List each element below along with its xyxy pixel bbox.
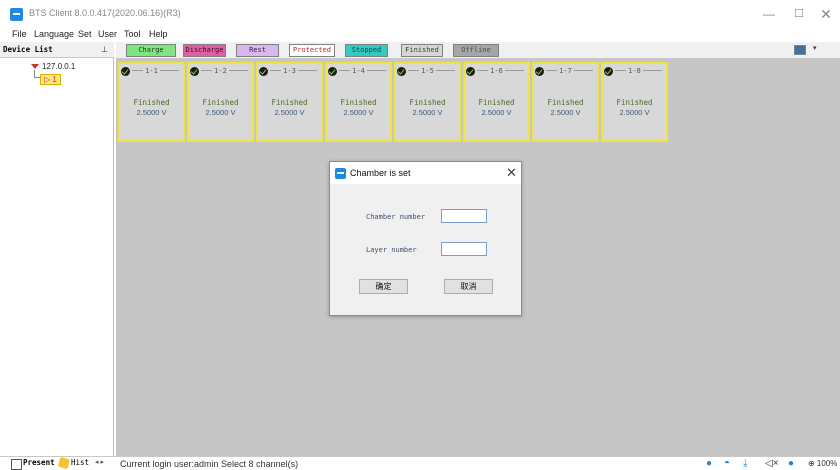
channel-id: 1-7 (557, 67, 574, 75)
channel-card[interactable]: 1-4 Finished 2.5000 V (325, 62, 392, 142)
channel-card[interactable]: 1-1 Finished 2.5000 V (118, 62, 185, 142)
channel-status: Finished (409, 98, 446, 107)
channel-voltage: 2.5000 V (136, 108, 167, 117)
channel-status: Finished (202, 98, 239, 107)
check-icon (259, 67, 268, 76)
dialog-app-icon (335, 168, 346, 179)
menu-help[interactable]: Help (149, 29, 168, 39)
tray-mute-icon[interactable]: ◁× (765, 458, 779, 469)
layer-number-input[interactable] (441, 242, 487, 256)
tab-scroll-arrows[interactable]: ◂ ▸ (95, 458, 104, 466)
zoom-level[interactable]: ⊕ 100% (808, 459, 837, 468)
channel-id: 1-2 (212, 67, 229, 75)
channel-voltage: 2.5000 V (481, 108, 512, 117)
channel-id: 1-5 (419, 67, 436, 75)
legend-protected: Protected (289, 44, 335, 57)
menu-user[interactable]: User (98, 29, 117, 39)
legend-stopped: Stopped (345, 44, 388, 57)
view-layout-icon[interactable] (794, 45, 806, 55)
device-ip[interactable]: 127.0.0.1 (42, 62, 75, 71)
legend-discharge: Discharge (183, 44, 226, 57)
menu-bar: File Language Set User Tool Help (0, 28, 840, 42)
window-title: BTS Client 8.0.0.417(2020.06.16)(R3) (29, 8, 181, 18)
channel-status: Finished (271, 98, 308, 107)
channel-voltage: 2.5000 V (619, 108, 650, 117)
pin-icon[interactable]: ⊥ (101, 45, 108, 54)
maximize-button[interactable]: ☐ (786, 4, 812, 24)
check-icon (535, 67, 544, 76)
channel-voltage: 2.5000 V (274, 108, 305, 117)
channel-voltage: 2.5000 V (343, 108, 374, 117)
device-node-label: 1 (52, 75, 57, 84)
chamber-number-input[interactable] (441, 209, 487, 223)
tray-globe-icon[interactable]: ● (788, 458, 794, 469)
tray-download-icon[interactable]: ⤓ (743, 458, 747, 469)
channel-status: Finished (340, 98, 377, 107)
channel-status: Finished (547, 98, 584, 107)
check-icon (466, 67, 475, 76)
chamber-number-label: Chamber number (366, 213, 426, 221)
channel-card[interactable]: 1-2 Finished 2.5000 V (187, 62, 254, 142)
channel-status: Finished (616, 98, 653, 107)
expand-arrow-icon[interactable] (31, 64, 39, 69)
check-icon (397, 67, 406, 76)
legend-rest: Rest (236, 44, 279, 57)
tray-cloud-icon[interactable]: ◓ (724, 458, 730, 469)
ok-button[interactable]: 确定 (359, 279, 408, 294)
tray-app-icon[interactable]: ● (706, 458, 712, 469)
device-list-header: Device List ⊥ (0, 42, 114, 58)
node-arrow-icon: ▷ (44, 75, 51, 84)
status-text: Current login user:admin Select 8 channe… (120, 459, 299, 469)
channel-voltage: 2.5000 V (550, 108, 581, 117)
device-node[interactable]: ▷ 1 (40, 74, 61, 85)
tab-hist[interactable]: Hist (59, 458, 89, 467)
device-list-panel: Device List ⊥ 127.0.0.1 ▷ 1 (0, 42, 114, 456)
channel-status: Finished (478, 98, 515, 107)
channel-card[interactable]: 1-8 Finished 2.5000 V (601, 62, 668, 142)
channel-card[interactable]: 1-3 Finished 2.5000 V (256, 62, 323, 142)
status-legend-bar: Charge Discharge Rest Protected Stopped … (116, 42, 840, 59)
check-icon (190, 67, 199, 76)
layer-number-label: Layer number (366, 246, 417, 254)
legend-finished: Finished (401, 44, 443, 57)
legend-offline: Offline (453, 44, 499, 57)
channel-id: 1-3 (281, 67, 298, 75)
chamber-dialog: Chamber is set ✕ Chamber number Layer nu… (329, 161, 522, 316)
tab-present[interactable]: Present (11, 458, 55, 470)
status-bar: Present Hist ◂ ▸ Current login user:admi… (0, 456, 840, 470)
device-list-title: Device List (3, 45, 53, 54)
dialog-title: Chamber is set (350, 168, 411, 178)
channel-card[interactable]: 1-6 Finished 2.5000 V (463, 62, 530, 142)
check-icon (328, 67, 337, 76)
dialog-close-button[interactable]: ✕ (506, 165, 517, 181)
check-icon (604, 67, 613, 76)
menu-tool[interactable]: Tool (124, 29, 141, 39)
minimize-button[interactable]: — (756, 4, 782, 24)
legend-charge: Charge (126, 44, 176, 57)
check-icon (121, 67, 130, 76)
channel-voltage: 2.5000 V (205, 108, 236, 117)
channel-card[interactable]: 1-7 Finished 2.5000 V (532, 62, 599, 142)
cancel-button[interactable]: 取消 (444, 279, 493, 294)
menu-language[interactable]: Language (34, 29, 74, 39)
app-icon (10, 8, 23, 21)
chevron-down-icon[interactable]: ▾ (813, 44, 817, 52)
channel-id: 1-4 (350, 67, 367, 75)
channel-id: 1-6 (488, 67, 505, 75)
channel-status: Finished (133, 98, 170, 107)
channel-card[interactable]: 1-5 Finished 2.5000 V (394, 62, 461, 142)
close-button[interactable]: ✕ (813, 4, 839, 24)
dialog-titlebar: Chamber is set ✕ (330, 162, 521, 184)
channel-id: 1-1 (143, 67, 160, 75)
window-titlebar: BTS Client 8.0.0.417(2020.06.16)(R3) — ☐… (0, 0, 840, 28)
channel-voltage: 2.5000 V (412, 108, 443, 117)
channel-id: 1-8 (626, 67, 643, 75)
menu-set[interactable]: Set (78, 29, 92, 39)
menu-file[interactable]: File (12, 29, 27, 39)
